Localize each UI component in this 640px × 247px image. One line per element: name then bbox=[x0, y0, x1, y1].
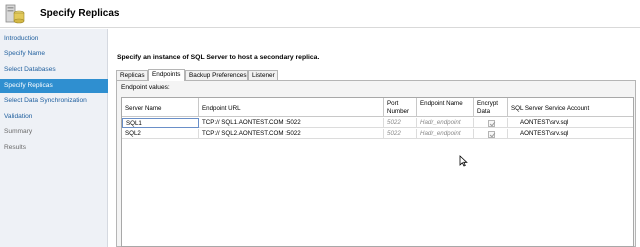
col-header-endpoint-name[interactable]: Endpoint Name bbox=[417, 98, 474, 117]
endpoint-url-cell[interactable]: TCP:// SQL2.AONTEST.COM :5022 bbox=[199, 129, 384, 139]
encrypt-data-cell bbox=[474, 129, 508, 139]
instruction-text: Specify an instance of SQL Server to hos… bbox=[117, 54, 320, 61]
server-name-cell[interactable]: SQL2 bbox=[122, 129, 199, 139]
nav-item-validation[interactable]: Validation bbox=[0, 110, 108, 124]
endpoints-grid: Server Name Endpoint URL Port Number End… bbox=[121, 97, 634, 247]
endpoint-name-cell[interactable]: Hadr_endpoint bbox=[417, 129, 474, 139]
service-account-cell[interactable]: AONTEST\srv.sql bbox=[508, 129, 633, 139]
grid-header: Server Name Endpoint URL Port Number End… bbox=[122, 98, 633, 117]
col-header-endpoint-url[interactable]: Endpoint URL bbox=[199, 98, 384, 117]
table-row[interactable]: SQL2 TCP:// SQL2.AONTEST.COM :5022 5022 … bbox=[122, 129, 633, 139]
col-header-encrypt-data[interactable]: Encrypt Data bbox=[474, 98, 508, 117]
endpoint-name-cell[interactable]: Hadr_endpoint bbox=[417, 118, 474, 128]
wizard-header: Specify Replicas bbox=[0, 0, 640, 28]
col-header-service-account[interactable]: SQL Server Service Account bbox=[508, 98, 633, 117]
service-account-cell[interactable]: AONTEST\srv.sql bbox=[508, 118, 633, 128]
mouse-pointer-icon bbox=[459, 155, 468, 167]
encrypt-checkbox[interactable] bbox=[488, 131, 495, 138]
main-content: Specify an instance of SQL Server to hos… bbox=[109, 29, 640, 247]
nav-item-results: Results bbox=[4, 144, 26, 151]
nav-item-introduction[interactable]: Introduction bbox=[0, 32, 108, 46]
database-server-icon bbox=[5, 4, 25, 24]
endpoints-panel: Endpoint values: Server Name Endpoint UR… bbox=[116, 80, 636, 247]
nav-item-select-databases[interactable]: Select Databases bbox=[0, 63, 108, 77]
port-number-cell[interactable]: 5022 bbox=[384, 118, 417, 128]
server-name-cell[interactable]: SQL1 bbox=[122, 118, 199, 128]
encrypt-data-cell bbox=[474, 118, 508, 128]
col-header-port-number[interactable]: Port Number bbox=[384, 98, 417, 117]
wizard-nav: Introduction Specify Name Select Databas… bbox=[0, 29, 108, 247]
nav-item-summary: Summary bbox=[4, 128, 33, 135]
col-header-server-name[interactable]: Server Name bbox=[122, 98, 199, 117]
nav-item-select-data-synchronization[interactable]: Select Data Synchronization bbox=[0, 94, 108, 108]
table-row[interactable]: SQL1 TCP:// SQL1.AONTEST.COM :5022 5022 … bbox=[122, 118, 633, 128]
endpoint-url-cell[interactable]: TCP:// SQL1.AONTEST.COM :5022 bbox=[199, 118, 384, 128]
tab-endpoints[interactable]: Endpoints bbox=[148, 69, 185, 81]
encrypt-checkbox[interactable] bbox=[488, 120, 495, 127]
endpoint-values-label: Endpoint values: bbox=[121, 84, 170, 91]
port-number-cell[interactable]: 5022 bbox=[384, 129, 417, 139]
nav-item-specify-name[interactable]: Specify Name bbox=[0, 47, 108, 61]
nav-item-specify-replicas[interactable]: Specify Replicas bbox=[0, 79, 108, 93]
page-title: Specify Replicas bbox=[40, 8, 120, 19]
